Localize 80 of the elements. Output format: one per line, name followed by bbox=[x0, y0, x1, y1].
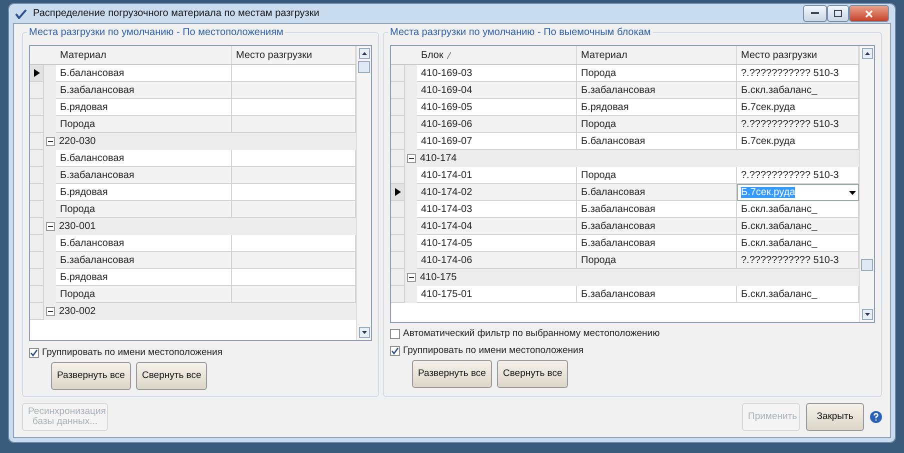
close-button[interactable] bbox=[849, 5, 889, 22]
table-row[interactable]: Порода bbox=[30, 286, 356, 303]
caret-icon bbox=[849, 190, 856, 194]
dialog-button[interactable]: Закрыть bbox=[806, 403, 864, 431]
scroll-up-icon[interactable] bbox=[358, 48, 370, 59]
maximize-button[interactable] bbox=[827, 5, 849, 22]
collapse-icon[interactable] bbox=[407, 154, 416, 163]
table-row[interactable]: 410-169-05 Б.рядовая Б.7сек.руда bbox=[391, 99, 859, 116]
group-name: 230-002 bbox=[59, 306, 96, 317]
close-icon bbox=[865, 10, 873, 18]
row-indicator[interactable] bbox=[391, 184, 405, 201]
checkbox[interactable] bbox=[390, 346, 400, 356]
column-header[interactable]: Материал bbox=[56, 46, 232, 64]
checkbox[interactable] bbox=[29, 348, 39, 358]
table-row[interactable]: 410-174-04 Б.забалансовая Б.скл.забаланс_ bbox=[391, 218, 859, 235]
scrollbar-thumb[interactable] bbox=[861, 259, 873, 271]
scroll-down-icon[interactable] bbox=[358, 327, 370, 338]
table-row[interactable]: Б.балансовая bbox=[30, 235, 356, 252]
table-row[interactable]: 410-174-06 Порода ?.??????????? 510-3 bbox=[391, 252, 859, 269]
group-row[interactable]: 410-175 bbox=[391, 269, 859, 286]
panel-title: Места разгрузки по умолчанию - По местоположениям bbox=[27, 27, 286, 38]
collapse-icon[interactable] bbox=[407, 273, 416, 282]
checkbox-label: Автоматический фильтр по выбранному местоположению bbox=[403, 328, 660, 339]
group-row[interactable]: 230-002 bbox=[30, 303, 356, 320]
toolbar-button[interactable]: Развернуть все bbox=[412, 360, 492, 388]
table-row[interactable]: 410-174-02 Б.балансовая Б.7сек.руда bbox=[391, 184, 859, 201]
maximize-icon bbox=[834, 10, 842, 17]
table-row[interactable]: 410-169-04 Б.забалансовая Б.скл.забаланс_ bbox=[391, 82, 859, 99]
table-row[interactable]: Б.забалансовая bbox=[30, 82, 356, 99]
current-row-icon bbox=[34, 69, 40, 77]
checkbox-label: Группировать по имени местоположения bbox=[42, 347, 223, 358]
table-row[interactable]: Б.балансовая bbox=[30, 65, 356, 82]
checkbox[interactable] bbox=[390, 328, 400, 338]
scrollbar-thumb[interactable] bbox=[358, 61, 370, 73]
table-row[interactable]: 410-174-03 Б.забалансовая Б.скл.забаланс_ bbox=[391, 201, 859, 218]
group-row[interactable]: 220-030 bbox=[30, 133, 356, 150]
table-row[interactable]: Б.забалансовая bbox=[30, 167, 356, 184]
scroll-up-icon[interactable] bbox=[862, 48, 872, 59]
collapse-icon[interactable] bbox=[46, 307, 55, 316]
table-row[interactable]: Б.рядовая bbox=[30, 269, 356, 286]
table-cell: 410-175-01 bbox=[417, 286, 577, 303]
table-row[interactable]: 410-169-07 Б.балансовая Б.7сек.руда bbox=[391, 133, 859, 150]
panel-title: Места разгрузки по умолчанию - По выемочным блокам bbox=[388, 27, 653, 38]
group-name: 410-174 bbox=[420, 153, 457, 164]
group-row[interactable]: 410-174 bbox=[391, 150, 859, 167]
vertical-scrollbar[interactable] bbox=[356, 46, 371, 340]
collapse-icon[interactable] bbox=[46, 137, 55, 146]
scroll-down-icon[interactable] bbox=[862, 309, 872, 320]
table-row[interactable]: Б.рядовая bbox=[30, 184, 356, 201]
sort-icon bbox=[447, 52, 452, 58]
table-row[interactable]: 410-174-01 Порода ?.??????????? 510-3 bbox=[391, 167, 859, 184]
table-row[interactable]: 410-169-03 Порода ?.??????????? 510-3 bbox=[391, 65, 859, 82]
collapse-icon[interactable] bbox=[46, 222, 55, 231]
column-header[interactable]: Материал bbox=[577, 46, 737, 64]
row-indicator[interactable] bbox=[30, 65, 44, 82]
group-name: 220-030 bbox=[59, 136, 96, 147]
toolbar-button[interactable]: Свернуть все bbox=[496, 360, 568, 388]
table-row[interactable]: Б.балансовая bbox=[30, 150, 356, 167]
table-row[interactable]: Б.рядовая bbox=[30, 99, 356, 116]
table-row[interactable]: 410-169-06 Порода ?.??????????? 510-3 bbox=[391, 116, 859, 133]
app-icon bbox=[15, 8, 27, 18]
minimize-icon bbox=[811, 12, 819, 15]
column-header[interactable]: Блок bbox=[417, 46, 577, 64]
table-row[interactable]: 410-175-01 Б.забалансовая Б.скл.забаланс_ bbox=[391, 286, 859, 303]
table-row[interactable]: Порода bbox=[30, 116, 356, 133]
table-cell: Б.забалансовая bbox=[577, 286, 737, 303]
window-title: Распределение погрузочного материала по местам разгрузки bbox=[33, 8, 320, 19]
checkbox-label: Группировать по имени местоположения bbox=[403, 345, 584, 356]
table-row[interactable]: Б.забалансовая bbox=[30, 252, 356, 269]
group-row[interactable]: 230-001 bbox=[30, 218, 356, 235]
toolbar-button[interactable]: Свернуть все bbox=[136, 362, 208, 390]
group-name: 230-001 bbox=[59, 221, 96, 232]
minimize-button[interactable] bbox=[803, 5, 827, 22]
help-icon[interactable] bbox=[870, 411, 882, 423]
group-name: 410-175 bbox=[420, 272, 457, 283]
vertical-scrollbar[interactable] bbox=[859, 46, 874, 322]
toolbar-button[interactable]: Развернуть все bbox=[51, 362, 131, 390]
current-row-icon bbox=[394, 188, 400, 196]
table-row[interactable]: Порода bbox=[30, 201, 356, 218]
table-row[interactable]: 410-174-05 Б.забалансовая Б.скл.забаланс_ bbox=[391, 235, 859, 252]
